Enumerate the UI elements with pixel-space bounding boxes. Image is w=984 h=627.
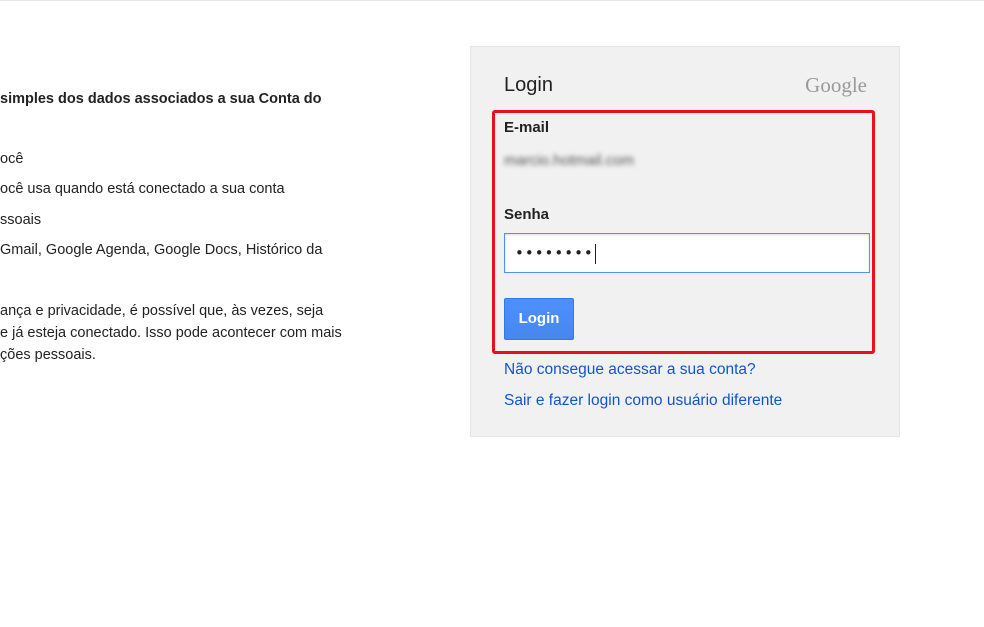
cant-access-account-link[interactable]: Não consegue acessar a sua conta? [504, 360, 756, 380]
info-item: ocê [0, 151, 24, 167]
password-value: •••••••• [515, 244, 594, 262]
info-paragraph-line: ções pessoais. [0, 347, 96, 363]
text-caret [594, 243, 596, 264]
page: simples dos dados associados a sua Conta… [0, 0, 984, 627]
login-box: Login Google E-mail marcio.hotmail.com S… [470, 46, 900, 437]
info-paragraph-line: e já esteja conectado. Isso pode acontec… [0, 325, 342, 341]
google-logo: Google [805, 73, 867, 97]
info-heading: simples dos dados associados a sua Conta… [0, 91, 322, 107]
info-item: ssoais [0, 212, 42, 228]
email-value: marcio.hotmail.com [504, 152, 635, 169]
login-title: Login [504, 74, 553, 96]
info-item: Gmail, Google Agenda, Google Docs, Histó… [0, 242, 323, 258]
info-item: ocê usa quando está conectado a sua cont… [0, 181, 285, 197]
switch-user-link[interactable]: Sair e fazer login como usuário diferent… [504, 391, 782, 411]
login-button[interactable]: Login [504, 298, 574, 340]
password-field[interactable]: •••••••• [504, 233, 870, 273]
email-label: E-mail [504, 119, 550, 136]
account-info-text: simples dos dados associados a sua Conta… [0, 0, 440, 627]
password-label: Senha [504, 206, 550, 223]
info-paragraph-line: ança e privacidade, é possível que, às v… [0, 303, 324, 319]
